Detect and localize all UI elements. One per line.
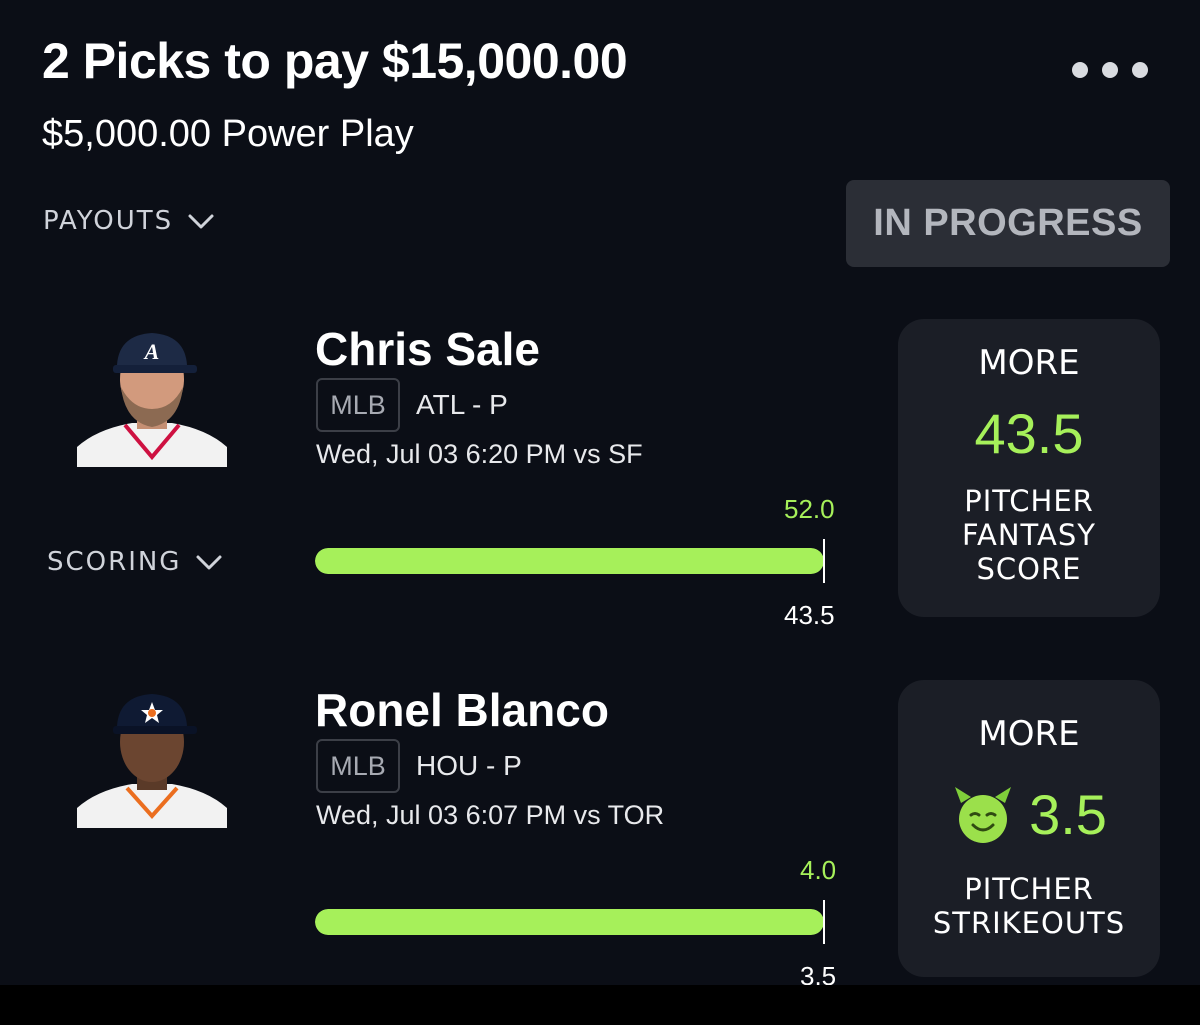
league-badge: MLB — [316, 739, 400, 793]
progress-fill — [315, 548, 824, 574]
team-position: ATL - P — [416, 389, 508, 420]
game-time: Wed, Jul 03 6:20 PM vs SF — [316, 439, 643, 469]
entry-title: 2 Picks to pay $15,000.00 — [42, 33, 628, 89]
entry-subtitle: $5,000.00 Power Play — [42, 113, 414, 155]
scoring-label: SCORING — [47, 547, 182, 577]
more-dot — [1072, 62, 1088, 78]
svg-text:A: A — [143, 339, 160, 364]
pick-direction: MORE — [978, 714, 1080, 754]
pick-stat-type: PITCHER STRIKEOUTS — [932, 872, 1126, 940]
scoring-toggle[interactable]: SCORING — [47, 547, 223, 577]
pick-line-value: 43.5 — [974, 402, 1084, 465]
entry-screen: 2 Picks to pay $15,000.00 $5,000.00 Powe… — [0, 0, 1200, 991]
actual-stat-value: 52.0 — [784, 494, 835, 524]
demon-emoji-icon — [955, 786, 1012, 843]
pick-stat-type: PITCHER FANTASY SCORE — [962, 484, 1096, 586]
progress-fill — [315, 909, 824, 935]
bottom-bar — [0, 985, 1200, 1025]
line-marker — [823, 900, 825, 944]
player-photo-chris-sale: A — [77, 317, 227, 467]
game-time: Wed, Jul 03 6:07 PM vs TOR — [316, 800, 665, 830]
more-dots-icon[interactable] — [1072, 56, 1172, 84]
pick-line: 3.5 — [898, 782, 1160, 847]
actual-stat-value: 4.0 — [800, 855, 837, 885]
avatar: A — [77, 317, 227, 467]
player-name: Ronel Blanco — [315, 684, 609, 736]
line-value: 43.5 — [784, 600, 835, 630]
progress-bar — [315, 548, 824, 574]
pick-line: 43.5 — [898, 401, 1160, 466]
pick-line-value: 3.5 — [1029, 783, 1107, 846]
more-dot — [1102, 62, 1118, 78]
chevron-down-icon — [188, 214, 214, 229]
avatar — [77, 678, 227, 828]
pick-direction: MORE — [978, 343, 1080, 383]
player-photo-ronel-blanco — [77, 678, 227, 828]
pick-card[interactable]: MORE 3.5 PITCHER STRIKEOUTS — [898, 680, 1160, 977]
player-name: Chris Sale — [315, 323, 540, 375]
league-badge: MLB — [316, 378, 400, 432]
line-marker — [823, 539, 825, 583]
team-position: HOU - P — [416, 750, 522, 781]
payouts-label: PAYOUTS — [43, 206, 174, 236]
payouts-toggle[interactable]: PAYOUTS — [43, 206, 215, 236]
status-badge: IN PROGRESS — [846, 180, 1170, 267]
progress-bar — [315, 909, 824, 935]
pick-card[interactable]: MORE 43.5 PITCHER FANTASY SCORE — [898, 319, 1160, 617]
chevron-down-icon — [196, 555, 222, 570]
more-dot — [1132, 62, 1148, 78]
